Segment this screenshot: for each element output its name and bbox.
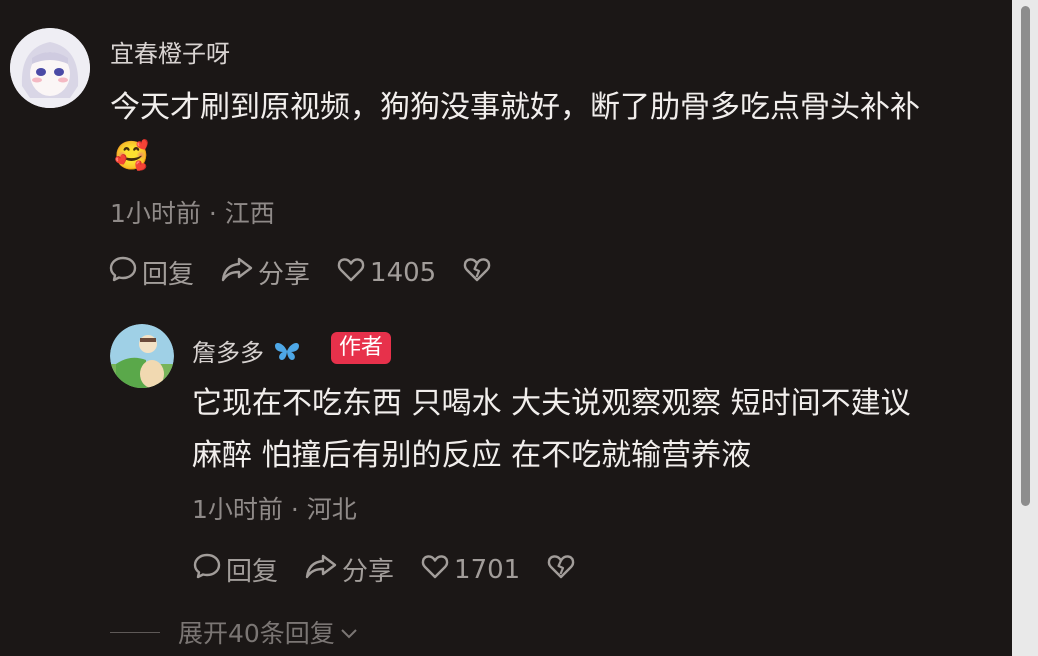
chevron-down-icon — [339, 618, 359, 647]
reply-username[interactable]: 詹多多 — [192, 333, 302, 369]
meta-separator: · — [208, 199, 225, 228]
reply-avatar[interactable] — [110, 324, 174, 388]
reply-reply-button[interactable]: 回复 — [192, 551, 278, 588]
reply-dislike-button[interactable] — [546, 551, 580, 588]
heart-icon — [336, 254, 370, 291]
share-label: 分享 — [258, 260, 311, 290]
share-icon — [304, 551, 342, 588]
reply-time: 1小时前 — [192, 495, 283, 524]
broken-heart-icon — [462, 254, 496, 291]
broken-heart-icon — [546, 551, 580, 588]
reply-label: 回复 — [226, 557, 279, 587]
share-label: 分享 — [342, 557, 395, 587]
author-badge: 作者 — [331, 332, 392, 364]
reply-button[interactable]: 回复 — [108, 254, 194, 291]
share-icon — [220, 254, 258, 291]
reply-text-line1: 它现在不吃东西 只喝水 大夫说观察观察 短时间不建议 — [192, 386, 911, 421]
like-count: 1701 — [454, 554, 521, 585]
like-count: 1405 — [370, 257, 437, 288]
comment-meta: 1小时前 · 江西 — [110, 194, 275, 230]
reply-actions: 回复 分享 1701 — [192, 551, 606, 588]
share-button[interactable]: 分享 — [220, 254, 310, 291]
reply-username-text[interactable]: 詹多多 — [192, 339, 264, 367]
avatar[interactable] — [10, 28, 90, 108]
butterfly-icon — [272, 339, 302, 369]
comment-emoji: 🥰 — [114, 139, 149, 172]
meta-separator: · — [290, 495, 307, 524]
comment-time: 1小时前 — [110, 199, 201, 228]
dislike-button[interactable] — [462, 254, 496, 291]
reply-icon — [108, 254, 142, 291]
reply-like-button[interactable]: 1701 — [420, 551, 520, 588]
scrollbar-thumb[interactable] — [1021, 6, 1030, 506]
scrollbar[interactable] — [1012, 0, 1038, 656]
like-button[interactable]: 1405 — [336, 254, 436, 291]
reply-icon — [192, 551, 226, 588]
expand-replies-label: 展开40条回复 — [178, 619, 335, 648]
comment-username[interactable]: 宜春橙子呀 — [110, 34, 230, 69]
reply-location: 河北 — [306, 495, 357, 524]
comment-location: 江西 — [224, 199, 275, 228]
comment-actions: 回复 分享 1405 — [108, 254, 522, 291]
reply-text-line2: 麻醉 怕撞后有别的反应 在不吃就输营养液 — [192, 438, 752, 473]
reply-share-button[interactable]: 分享 — [304, 551, 394, 588]
reply-label: 回复 — [142, 260, 195, 290]
expand-replies-button[interactable]: 展开40条回复 — [110, 614, 359, 650]
divider-line — [110, 631, 160, 633]
reply-meta: 1小时前 · 河北 — [192, 490, 357, 526]
heart-icon — [420, 551, 454, 588]
comment-text: 今天才刷到原视频，狗狗没事就好，断了肋骨多吃点骨头补补 — [110, 90, 920, 125]
